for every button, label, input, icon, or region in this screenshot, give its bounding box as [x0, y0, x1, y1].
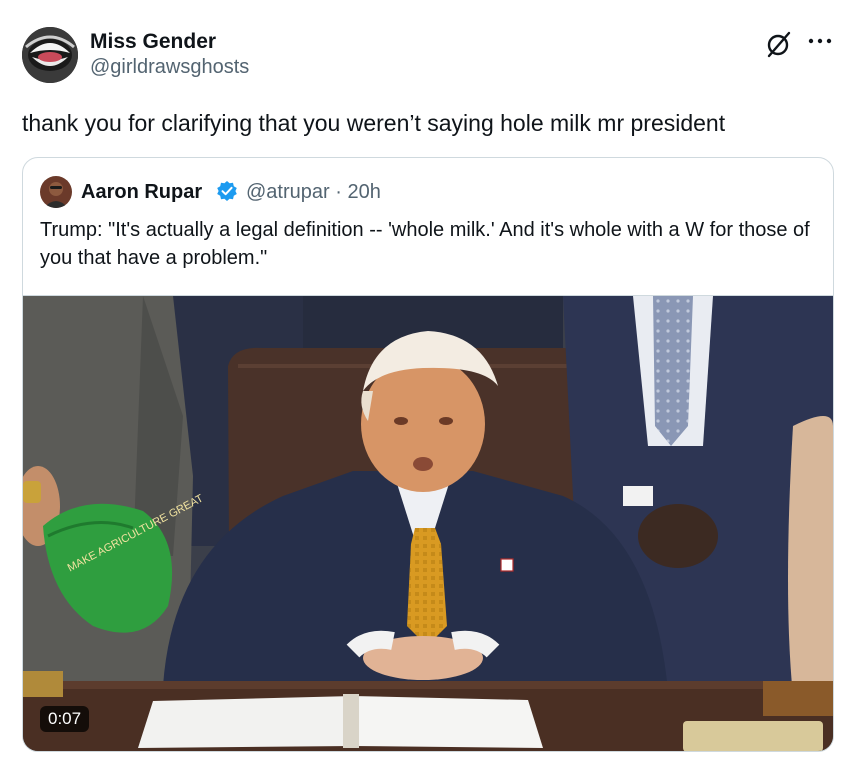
author-block: Miss Gender @girldrawsghosts — [90, 30, 249, 80]
author-handle[interactable]: @girldrawsghosts — [90, 54, 249, 80]
post-text: thank you for clarifying that you weren’… — [22, 110, 726, 136]
more-dots-icon[interactable] — [805, 29, 835, 53]
video-frame: MAKE AGRICULTURE GREAT — [23, 296, 833, 751]
quoted-post[interactable]: Aaron Rupar @atrupar · 20h Trump: "It's … — [22, 157, 834, 752]
quote-author-handle[interactable]: @atrupar · 20h — [246, 179, 381, 205]
post-card: Miss Gender @girldrawsghosts thank you f… — [0, 0, 850, 764]
video-player[interactable]: MAKE AGRICULTURE GREAT 0:07 — [23, 295, 833, 751]
quote-text: Trump: "It's actually a legal definition… — [40, 219, 810, 269]
laughing-mouth-avatar-image — [22, 27, 78, 83]
quote-author-avatar[interactable] — [40, 176, 72, 208]
grok-slash-icon[interactable] — [764, 29, 794, 59]
author-avatar[interactable] — [22, 27, 78, 83]
quote-author-name[interactable]: Aaron Rupar — [81, 179, 202, 205]
author-name[interactable]: Miss Gender — [90, 30, 249, 54]
verified-badge-icon — [216, 180, 238, 202]
video-timestamp: 0:07 — [40, 706, 90, 732]
